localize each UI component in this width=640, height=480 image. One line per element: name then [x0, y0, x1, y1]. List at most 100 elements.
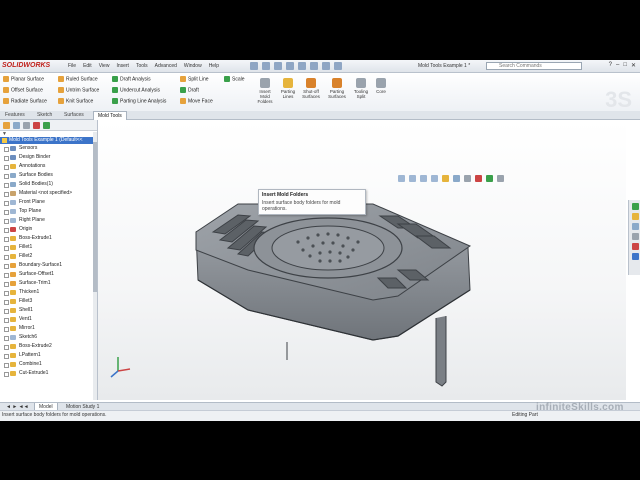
expand-toggle-icon[interactable]	[4, 372, 9, 377]
feature-tree-item[interactable]: Surface-Offset1	[0, 270, 97, 279]
file-explorer-icon[interactable]	[631, 223, 639, 230]
save-icon[interactable]	[274, 62, 282, 70]
rebuild-icon[interactable]	[322, 62, 330, 70]
solidworks-resources-icon[interactable]	[631, 203, 639, 210]
undercut-analysis-button[interactable]: Undercut Analysis	[112, 87, 160, 93]
menu-view[interactable]: View	[99, 63, 110, 69]
scrollbar-thumb[interactable]	[93, 142, 97, 292]
feature-tree-item[interactable]: Top Plane	[0, 207, 97, 216]
offset-surface-button[interactable]: Offset Surface	[3, 87, 43, 93]
feature-tree-scrollbar[interactable]	[93, 132, 97, 400]
feature-tree-item[interactable]: Surface Bodies	[0, 171, 97, 180]
feature-tree-item[interactable]: Mirror1	[0, 324, 97, 333]
expand-toggle-icon[interactable]	[4, 327, 9, 332]
menu-help[interactable]: Help	[209, 63, 219, 69]
feature-tree-item[interactable]: Solid Bodies(1)	[0, 180, 97, 189]
feature-tree-item[interactable]: Origin	[0, 225, 97, 234]
mold-part-model[interactable]	[98, 120, 626, 400]
expand-toggle-icon[interactable]	[4, 246, 9, 251]
expand-toggle-icon[interactable]	[4, 291, 9, 296]
parting-lines-button[interactable]: Parting Lines	[277, 78, 299, 99]
feature-tree-item[interactable]: Combine1	[0, 360, 97, 369]
expand-toggle-icon[interactable]	[4, 165, 9, 170]
feature-tree-item[interactable]: Right Plane	[0, 216, 97, 225]
apply-scene-icon[interactable]	[486, 175, 493, 182]
expand-toggle-icon[interactable]	[4, 273, 9, 278]
shut-off-surfaces-button[interactable]: Shut-off Surfaces	[300, 78, 322, 99]
view-palette-icon[interactable]	[631, 233, 639, 240]
menu-edit[interactable]: Edit	[83, 63, 92, 69]
core-button[interactable]: Core	[370, 78, 392, 94]
feature-tree-icon[interactable]	[3, 122, 10, 129]
feature-tree-item[interactable]: Surface-Trim1	[0, 279, 97, 288]
hide-show-items-icon[interactable]	[464, 175, 471, 182]
graphics-area[interactable]	[98, 120, 626, 400]
parting-line-analysis-button[interactable]: Parting Line Analysis	[112, 98, 166, 104]
feature-tree-item[interactable]: Front Plane	[0, 198, 97, 207]
feature-tree-item[interactable]: Thicken1	[0, 288, 97, 297]
feature-tree-item[interactable]: Shell1	[0, 306, 97, 315]
menu-insert[interactable]: Insert	[116, 63, 129, 69]
feature-tree-item[interactable]: Fillet3	[0, 297, 97, 306]
undo-icon[interactable]	[298, 62, 306, 70]
expand-toggle-icon[interactable]	[4, 237, 9, 242]
planar-surface-button[interactable]: Planar Surface	[3, 76, 44, 82]
expand-toggle-icon[interactable]	[4, 219, 9, 224]
view-settings-icon[interactable]	[497, 175, 504, 182]
parting-surfaces-button[interactable]: Parting Surfaces	[326, 78, 348, 99]
edit-appearance-icon[interactable]	[475, 175, 482, 182]
menu-tools[interactable]: Tools	[136, 63, 148, 69]
expand-toggle-icon[interactable]	[4, 147, 9, 152]
previous-view-icon[interactable]	[420, 175, 427, 182]
options-icon[interactable]	[334, 62, 342, 70]
feature-tree-item[interactable]: Design Binder	[0, 153, 97, 162]
property-manager-icon[interactable]	[13, 122, 20, 129]
feature-tree-item[interactable]: Fillet2	[0, 252, 97, 261]
tooling-split-button[interactable]: Tooling Split	[350, 78, 372, 99]
move-face-button[interactable]: Move Face	[180, 98, 213, 104]
expand-toggle-icon[interactable]	[4, 300, 9, 305]
expand-toggle-icon[interactable]	[4, 228, 9, 233]
help-button[interactable]: ?	[609, 62, 612, 69]
knit-surface-button[interactable]: Knit Surface	[58, 98, 93, 104]
feature-tree-item[interactable]: LPattern1	[0, 351, 97, 360]
configuration-manager-icon[interactable]	[23, 122, 30, 129]
dimxpert-icon[interactable]	[33, 122, 40, 129]
feature-tree-item[interactable]: Material <not specified>	[0, 189, 97, 198]
custom-properties-icon[interactable]	[631, 253, 639, 260]
draft-button[interactable]: Draft	[180, 87, 199, 93]
split-line-button[interactable]: Split Line	[180, 76, 209, 82]
expand-toggle-icon[interactable]	[4, 192, 9, 197]
appearances-icon[interactable]	[631, 243, 639, 250]
view-orientation-icon[interactable]	[442, 175, 449, 182]
zoom-to-fit-icon[interactable]	[398, 175, 405, 182]
display-manager-icon[interactable]	[43, 122, 50, 129]
print-icon[interactable]	[286, 62, 294, 70]
expand-toggle-icon[interactable]	[4, 264, 9, 269]
feature-tree-item[interactable]: Fillet1	[0, 243, 97, 252]
expand-toggle-icon[interactable]	[4, 201, 9, 206]
feature-tree-item[interactable]: Cut-Extrude1	[0, 369, 97, 378]
feature-tree-item[interactable]: Boss-Extrude1	[0, 234, 97, 243]
new-icon[interactable]	[250, 62, 258, 70]
expand-toggle-icon[interactable]	[4, 174, 9, 179]
ruled-surface-button[interactable]: Ruled Surface	[58, 76, 98, 82]
feature-tree-item[interactable]: Vent1	[0, 315, 97, 324]
expand-toggle-icon[interactable]	[4, 183, 9, 188]
menu-advanced[interactable]: Advanced	[155, 63, 177, 69]
feature-tree-item[interactable]: Boundary-Surface1	[0, 261, 97, 270]
expand-toggle-icon[interactable]	[4, 282, 9, 287]
feature-tree-item[interactable]: Annotations	[0, 162, 97, 171]
expand-toggle-icon[interactable]	[4, 309, 9, 314]
select-icon[interactable]	[310, 62, 318, 70]
insert-mold-folders-button[interactable]: Insert Mold Folders	[254, 78, 276, 104]
untrim-surface-button[interactable]: Untrim Surface	[58, 87, 99, 93]
display-style-icon[interactable]	[453, 175, 460, 182]
feature-tree-item[interactable]: Boss-Extrude2	[0, 342, 97, 351]
tab-features[interactable]: Features	[1, 111, 29, 119]
minimize-button[interactable]: –	[616, 62, 619, 69]
expand-toggle-icon[interactable]	[4, 255, 9, 260]
tab-mold-tools[interactable]: Mold Tools	[93, 111, 127, 120]
draft-analysis-button[interactable]: Draft Analysis	[112, 76, 151, 82]
feature-tree-item[interactable]: Sensors	[0, 144, 97, 153]
